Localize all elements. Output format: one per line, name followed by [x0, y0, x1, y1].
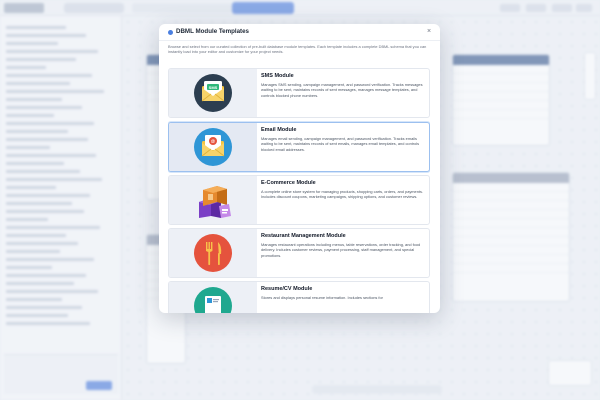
- resume-icon: [194, 287, 232, 313]
- template-card-ecommerce[interactable]: E-Commerce Module A complete online stor…: [168, 175, 430, 225]
- sms-badge: SMS: [209, 85, 218, 90]
- modal-title: DBML Module Templates: [176, 28, 249, 35]
- fork-knife-icon: [194, 234, 232, 272]
- template-icon: [168, 30, 173, 35]
- modal-description: Browse and select from our curated colle…: [168, 44, 427, 55]
- template-list[interactable]: SMS SMS Module Manages SMS sending, camp…: [168, 65, 430, 313]
- template-description: Manages restaurant operations including …: [261, 242, 421, 258]
- template-card-restaurant[interactable]: Restaurant Management Module Manages res…: [168, 228, 430, 278]
- template-card-resume[interactable]: Resume/CV Module Stores and displays per…: [168, 281, 430, 313]
- template-thumbnail: [169, 229, 257, 277]
- boxes-icon: [199, 186, 231, 218]
- template-card-email[interactable]: @ Email Module Manages email sending, ca…: [168, 122, 430, 172]
- template-card-sms[interactable]: SMS SMS Module Manages SMS sending, camp…: [168, 68, 430, 118]
- template-description: A complete online store system for manag…: [261, 189, 423, 200]
- templates-modal: DBML Module Templates × Browse and selec…: [159, 24, 440, 313]
- template-description: Manages email sending, campaign manageme…: [261, 136, 420, 152]
- email-envelope-icon: @: [194, 128, 232, 166]
- template-description: Manages SMS sending, campaign management…: [261, 82, 423, 98]
- email-badge: @: [211, 139, 216, 144]
- template-title: Restaurant Management Module: [261, 233, 346, 239]
- template-thumbnail: [169, 282, 257, 313]
- template-title: E-Commerce Module: [261, 180, 316, 186]
- template-title: Email Module: [261, 127, 297, 133]
- template-thumbnail: SMS: [169, 69, 257, 117]
- sms-envelope-icon: SMS: [194, 74, 232, 112]
- template-title: Resume/CV Module: [261, 286, 313, 292]
- template-thumbnail: @: [169, 123, 257, 171]
- template-description: Stores and displays personal resume info…: [261, 295, 383, 300]
- close-icon[interactable]: ×: [424, 27, 434, 37]
- template-thumbnail: [169, 176, 257, 224]
- modal-header: DBML Module Templates ×: [159, 24, 440, 41]
- template-title: SMS Module: [261, 73, 294, 79]
